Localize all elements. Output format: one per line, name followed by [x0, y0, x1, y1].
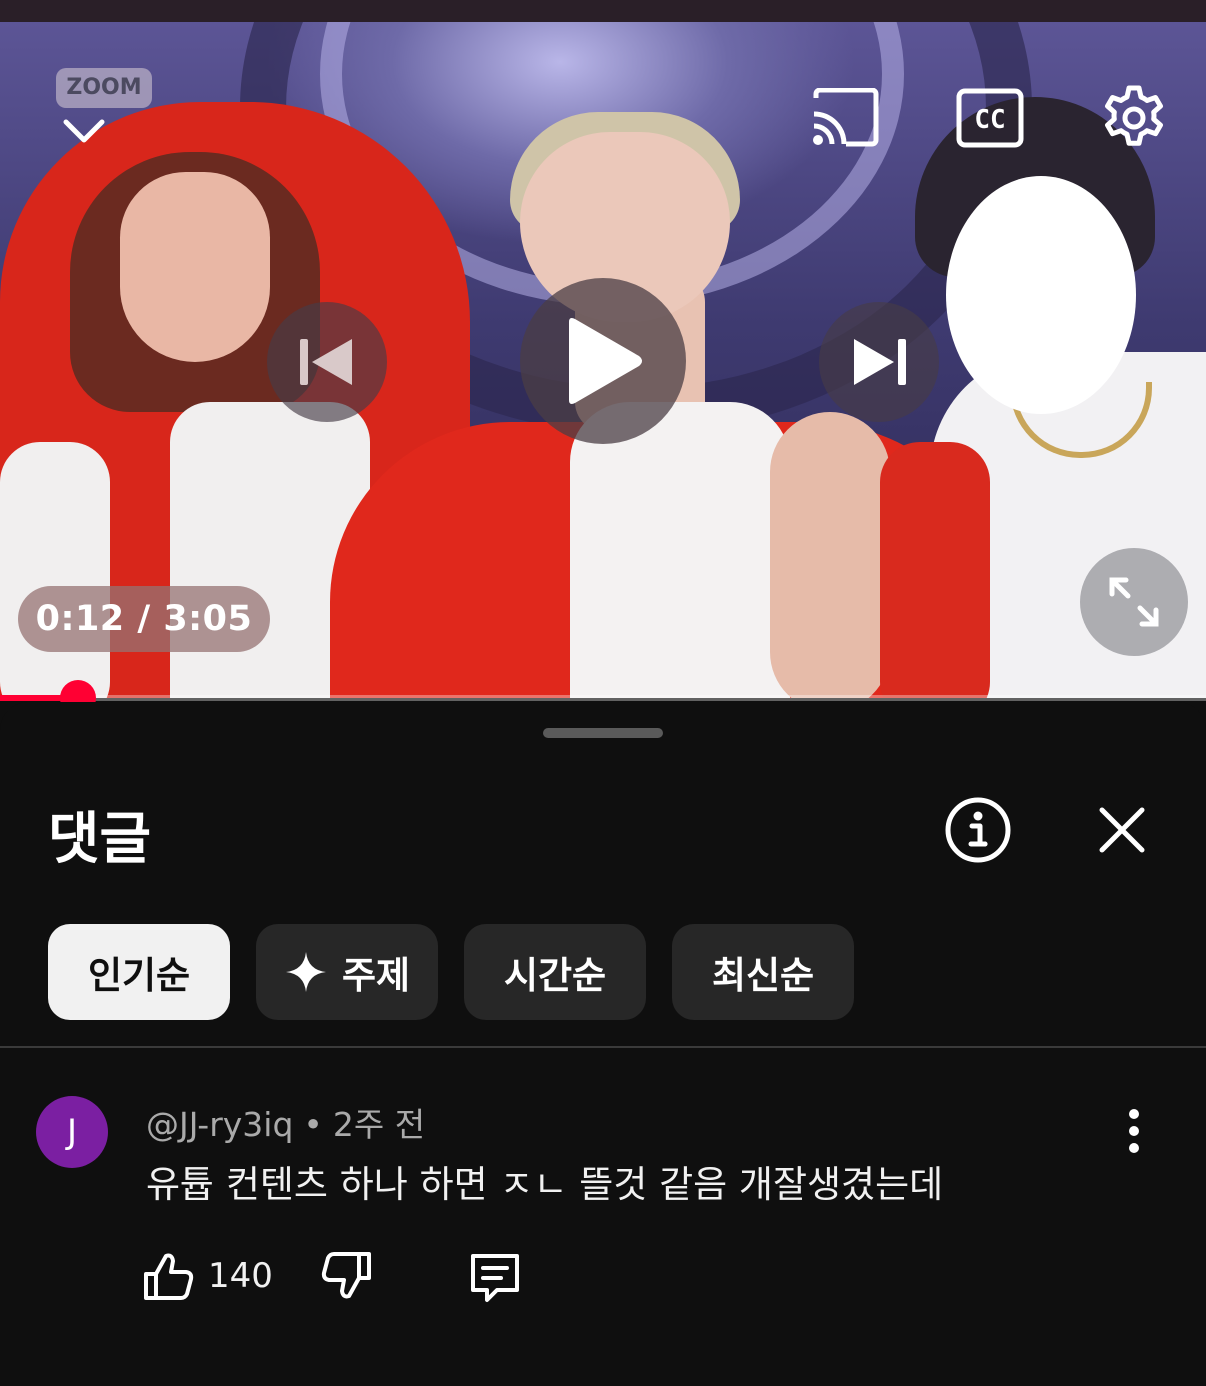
play-button[interactable]: [520, 278, 686, 444]
avatar[interactable]: J: [36, 1096, 108, 1168]
thumbs-up-icon[interactable]: [140, 1248, 196, 1304]
thumbs-down-icon[interactable]: [319, 1248, 375, 1304]
comments-title: 댓글: [48, 807, 152, 872]
progress-bar[interactable]: [0, 680, 1206, 716]
sparkle-icon: [285, 952, 326, 992]
status-strip: [0, 0, 1206, 22]
sort-chips: 인기순 주제 시간순 최신순: [48, 924, 854, 1020]
meta-separator: •: [303, 1105, 323, 1144]
comment-meta: @JJ-ry3iq • 2주 전: [146, 1098, 425, 1146]
info-icon[interactable]: [944, 796, 1012, 864]
performer-center-arm: [770, 412, 890, 698]
chip-label: 주제: [341, 954, 411, 997]
sheet-drag-handle[interactable]: [543, 728, 663, 738]
close-icon[interactable]: [1094, 802, 1150, 858]
chip-popular[interactable]: 인기순: [48, 924, 230, 1020]
chip-label: 인기순: [87, 954, 191, 997]
performer-edge-arm: [0, 442, 110, 698]
like-count: 140: [208, 1256, 273, 1296]
settings-gear-icon[interactable]: [1100, 84, 1168, 152]
captions-icon[interactable]: CC: [956, 88, 1024, 148]
time-display: 0:12 / 3:05: [18, 586, 270, 652]
comment-time: 2주 전: [332, 1105, 426, 1144]
reply-icon[interactable]: [467, 1248, 523, 1304]
chevron-down-icon[interactable]: [62, 110, 106, 154]
previous-button[interactable]: [267, 302, 387, 422]
captions-label: CC: [974, 105, 1005, 135]
comment-actions: 140: [140, 1248, 523, 1304]
comment-text: 유튭 컨텐츠 하나 하면 ㅈㄴ 뜰것 같음 개잘생겼는데: [146, 1163, 944, 1206]
next-button[interactable]: [819, 302, 939, 422]
chip-newest[interactable]: 최신순: [672, 924, 854, 1020]
chip-topics[interactable]: 주제: [256, 924, 438, 1020]
chip-timed[interactable]: 시간순: [464, 924, 646, 1020]
fullscreen-icon: [1109, 577, 1159, 627]
comments-sheet: 댓글 인기순 주제 시간순 최신순 J @JJ-ry3iq • 2주 전 유튭 …: [0, 702, 1206, 1386]
performer-center-shirt: [570, 402, 790, 698]
chip-label: 최신순: [711, 954, 815, 997]
face-redaction-mask: [946, 176, 1136, 414]
fullscreen-button[interactable]: [1080, 548, 1188, 656]
next-icon: [854, 339, 906, 385]
more-options-icon[interactable]: [1112, 1106, 1156, 1156]
previous-icon: [300, 339, 352, 385]
chip-label: 시간순: [503, 954, 607, 997]
comment-author[interactable]: @JJ-ry3iq: [146, 1105, 293, 1144]
zoom-watermark: ZOOM: [56, 68, 152, 108]
performer-right-jacket: [880, 442, 990, 698]
cast-icon[interactable]: [810, 88, 882, 148]
performer-left-face: [120, 172, 270, 362]
play-icon: [569, 318, 642, 404]
divider: [0, 1046, 1206, 1048]
